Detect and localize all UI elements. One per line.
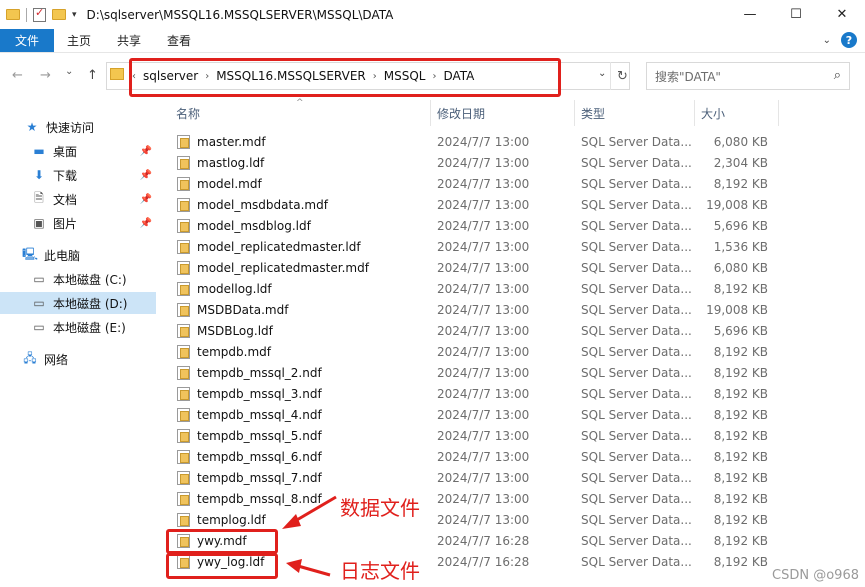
data-file-arrowhead-icon [282,514,301,529]
annotation-arrows [282,495,337,577]
adjacent-window-strip [857,99,865,587]
watermark: CSDN @o968 [772,568,859,583]
log-file-arrowhead-icon [286,559,302,573]
log-file-arrow-line [297,564,331,577]
